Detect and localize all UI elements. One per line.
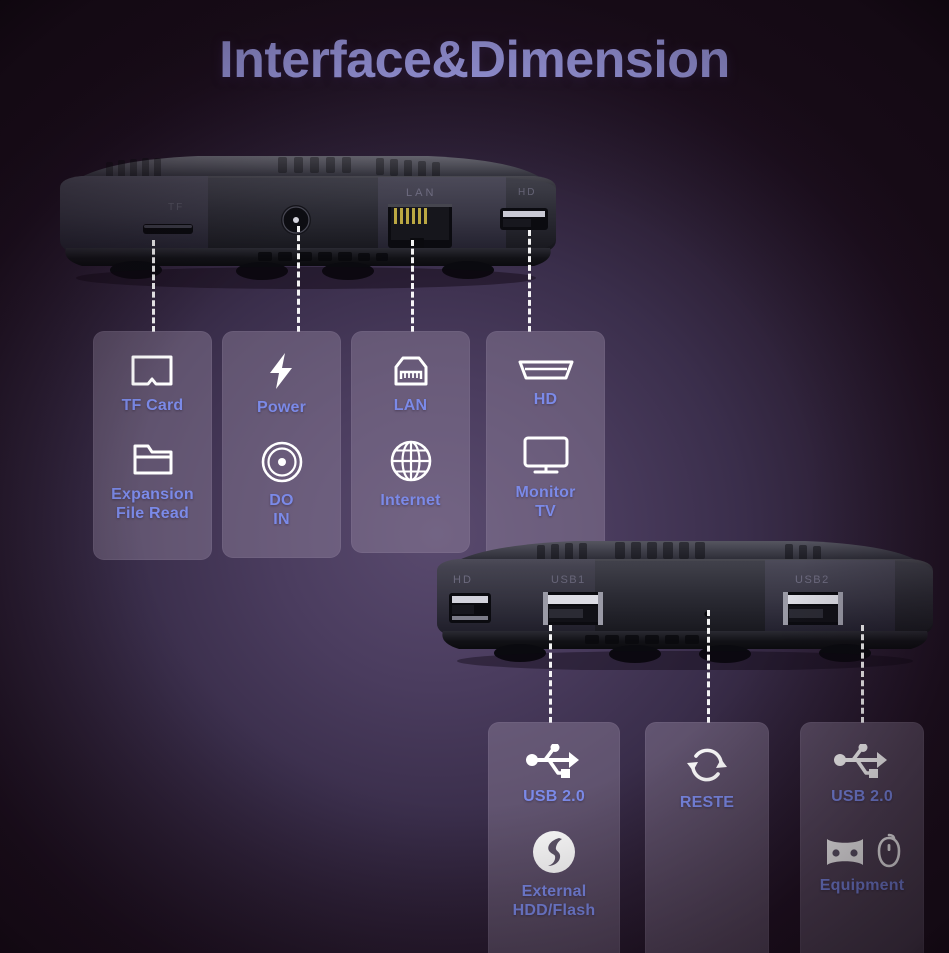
leader-line-power [297,226,300,332]
card-item-external-hdd: External HDD/Flash [513,829,596,921]
svg-text:LAN: LAN [406,187,436,199]
leader-line-reset [707,610,710,723]
ethernet-port-icon [390,353,432,389]
infographic-canvas: Interface&Dimension TF LAN HD TF Card Ex… [0,0,949,953]
card-label-internet: Internet [380,491,441,509]
card-item-internet: Internet [380,438,440,511]
card-label-tf-card: TF Card [121,397,184,414]
gamepad-mouse-icon [823,833,902,869]
mouse-icon [877,833,900,867]
svg-text:USB1: USB1 [551,574,586,586]
card-item-reset: RESTE [680,744,734,813]
usb-icon [525,744,583,780]
dc-jack-icon [260,440,304,484]
leader-line-lan [411,240,414,332]
card-label-usb-right: USB 2.0 [831,788,893,805]
usb-icon [833,744,891,780]
card-tf-card[interactable]: TF Card Expansion File Read [93,331,212,560]
card-label-lan: LAN [393,397,428,414]
card-item-equipment: Equipment [820,833,904,896]
tv-box-rear-view-svg: TF LAN HD [60,156,556,289]
svg-text:HD: HD [453,574,473,586]
hdmi-port-icon [517,357,575,383]
card-item-usb-right: USB 2.0 [831,744,893,807]
card-label-hd: HD [533,391,558,408]
svg-text:TF: TF [168,202,184,213]
card-item-lan: LAN [390,353,432,416]
device-image-top: TF LAN HD [48,148,568,293]
card-item-expansion: Expansion File Read [111,440,194,524]
gamepad-icon [826,838,863,865]
card-lan[interactable]: LAN Internet [351,331,470,553]
tv-box-front-view-svg: HD USB1 USB2 [437,541,933,670]
card-label-expansion: Expansion File Read [111,485,194,523]
card-label-dc-in: DO IN [269,491,294,529]
leader-line-tf [152,240,155,332]
leader-line-usb2 [861,625,864,723]
card-item-power: Power [257,351,306,418]
folder-icon [130,440,176,478]
sd-card-icon [129,353,175,389]
card-hd[interactable]: HD Monitor TV [486,331,605,564]
card-label-reset: RESTE [679,794,735,811]
card-usb-right[interactable]: USB 2.0 Equipment [800,722,924,953]
leader-line-hd [528,230,531,332]
card-item-hd: HD [517,357,575,410]
card-label-usb-left: USB 2.0 [523,788,585,805]
reset-refresh-icon [684,744,730,786]
card-item-tf-card: TF Card [122,353,184,416]
globe-icon [388,438,434,484]
device-image-bottom: HD USB1 USB2 [425,535,945,670]
page-title: Interface&Dimension [219,31,730,89]
card-item-usb-left: USB 2.0 [523,744,585,807]
monitor-icon [521,434,571,476]
card-label-external-hdd: External HDD/Flash [512,882,596,920]
svg-text:HD: HD [518,187,536,198]
card-power[interactable]: Power DO IN [222,331,341,558]
svg-text:USB2: USB2 [795,574,830,586]
card-item-monitor: Monitor TV [515,434,575,522]
card-item-dc-in: DO IN [260,440,304,530]
card-usb-left[interactable]: USB 2.0 External HDD/Flash [488,722,620,953]
card-label-power: Power [256,399,306,416]
leader-line-usb1 [549,625,552,723]
card-reset[interactable]: RESTE [645,722,769,953]
card-label-equipment: Equipment [819,876,905,894]
lightning-bolt-icon [265,351,297,391]
card-label-monitor: Monitor TV [515,483,576,521]
flash-drive-icon [531,829,577,875]
